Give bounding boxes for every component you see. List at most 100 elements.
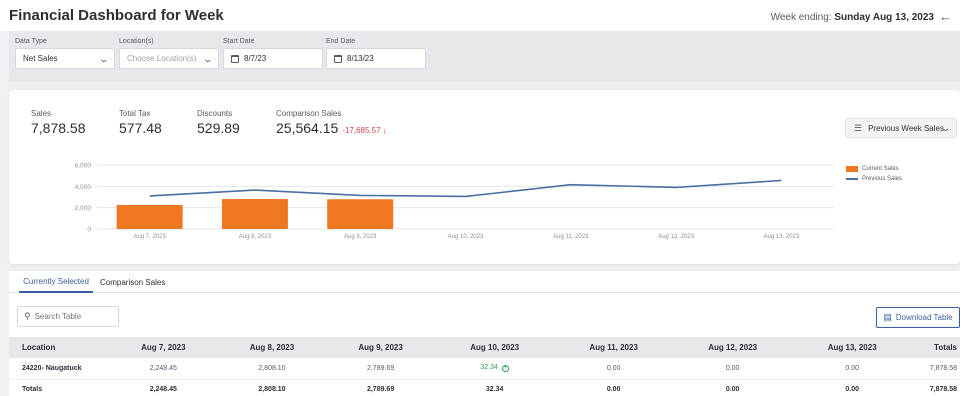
sliders-icon: ☰	[854, 122, 863, 133]
week-ending: Week ending: Sunday Aug 13, 2023	[771, 12, 934, 23]
sales-label: Sales	[31, 109, 52, 118]
column-header[interactable]: Aug 9, 2023	[326, 337, 435, 358]
y-tick-label: 6,000	[75, 163, 92, 170]
table-cell: 7,878.58	[912, 358, 960, 380]
data-type-filter: Data Type Net Sales ⌄	[15, 38, 115, 69]
end-date-value: 8/13/23	[347, 54, 374, 63]
compare-dropdown-label: Previous Week Sales	[868, 123, 944, 133]
table-header-row: Location Aug 7, 2023 Aug 8, 2023 Aug 9, …	[9, 337, 960, 358]
table-cell: 2,789.69	[326, 358, 435, 380]
bar-current-sales	[327, 199, 394, 229]
summary-card: Sales 7,878.58 Total Tax 577.48 Discount…	[9, 90, 960, 264]
x-tick-label: Aug 7, 2023	[133, 234, 166, 240]
table-cell-location: 24220- Naugatuck	[9, 358, 109, 380]
column-header[interactable]: Aug 11, 2023	[554, 337, 673, 358]
totals-cell: 32.34	[434, 379, 555, 396]
totals-cell: 2,808.10	[217, 379, 327, 396]
comparison-value: 25,564.15	[276, 120, 339, 136]
page-header: Financial Dashboard for Week Week ending…	[0, 0, 960, 31]
column-header[interactable]: Aug 7, 2023	[109, 337, 218, 358]
comparison-value-row: 25,564.15 -17,685.57 ↓	[276, 120, 387, 136]
legend-previous: Previous Sales	[846, 174, 902, 184]
column-header[interactable]: Totals	[912, 337, 960, 358]
location-label: Location(s)	[119, 38, 154, 45]
x-tick-label: Aug 13, 2023	[764, 234, 800, 240]
search-icon: ⚲	[24, 311, 31, 321]
sales-chart: 6,000 4,000 2,000 0 Aug 7, 2023 Aug 8, 2023 Au…	[75, 163, 834, 240]
x-tick-label: Aug 8, 2023	[239, 234, 272, 240]
table-area: ⚲ ▤ Download Table Location Aug 7, 2023 …	[9, 293, 960, 396]
chart-legend: Current Sales Previous Sales	[846, 164, 902, 184]
end-date-field[interactable]: 8/13/23	[326, 48, 426, 69]
legend-current-label: Current Sales	[862, 166, 899, 172]
discounts-metric: Discounts 529.89	[197, 109, 240, 136]
search-input[interactable]	[34, 312, 110, 321]
legend-previous-label: Previous Sales	[862, 176, 903, 182]
totals-cell: 2,248.45	[109, 379, 218, 396]
x-tick-label: Aug 12, 2023	[658, 234, 694, 240]
start-date-field[interactable]: 8/7/23	[223, 48, 323, 69]
download-label: Download Table	[895, 313, 953, 322]
start-date-label: Start Date	[223, 38, 255, 45]
bar-current-sales	[221, 199, 288, 229]
sales-metric: Sales 7,878.58	[31, 109, 86, 136]
calendar-icon	[231, 54, 239, 63]
column-header[interactable]: Aug 8, 2023	[217, 337, 327, 358]
week-ending-value: Sunday Aug 13, 2023	[834, 12, 934, 23]
location-filter: Location(s) Choose Location(s) ⌄	[119, 38, 219, 69]
data-type-value: Net Sales	[23, 54, 58, 63]
end-date-filter: End Date 8/13/23	[326, 38, 426, 69]
data-type-select[interactable]: Net Sales ⌄	[15, 48, 115, 69]
table-cell: 2,808.10	[217, 358, 327, 380]
totals-cell: 0.00	[554, 379, 673, 396]
tab-comparison-sales[interactable]: Comparison Sales	[100, 271, 165, 293]
x-tick-label: Aug 11, 2023	[553, 234, 589, 240]
bar-current-sales	[116, 205, 183, 229]
comparison-metric: Comparison Sales 25,564.15 -17,685.57 ↓	[276, 109, 387, 136]
filter-bar: Data Type Net Sales ⌄ Location(s) Choose…	[9, 31, 960, 82]
column-header[interactable]: Location	[9, 337, 109, 358]
plus-circle-icon[interactable]: +	[501, 365, 509, 373]
table-cell: 0.00	[792, 358, 912, 380]
x-tick-label: Aug 10, 2023	[448, 234, 484, 240]
back-arrow-icon[interactable]: ←	[939, 9, 952, 24]
start-date-value: 8/7/23	[244, 54, 267, 63]
compare-dropdown[interactable]: ☰ Previous Week Sales ⌄	[845, 118, 957, 138]
table-cell-value: 32.34	[480, 364, 498, 372]
total-tax-value: 577.48	[119, 120, 162, 136]
line-previous-sales	[149, 179, 782, 198]
chevron-down-icon: ⌄	[98, 54, 110, 64]
discounts-value: 529.89	[197, 120, 240, 136]
download-table-button[interactable]: ▤ Download Table	[876, 307, 960, 328]
legend-line-swatch	[846, 178, 858, 180]
y-tick-label: 2,000	[75, 205, 92, 212]
table-cell: 2,248.45	[109, 358, 218, 380]
totals-row: Totals 2,248.45 2,808.10 2,789.69 32.34 …	[9, 379, 960, 396]
end-date-label: End Date	[326, 38, 356, 45]
y-tick-label: 0	[87, 227, 91, 234]
start-date-filter: Start Date 8/7/23	[223, 38, 323, 69]
chevron-down-icon: ⌄	[940, 123, 952, 133]
legend-bar-swatch	[846, 166, 858, 172]
table-row: 24220- Naugatuck 2,248.45 2,808.10 2,789…	[9, 358, 960, 380]
tab-currently-selected[interactable]: Currently Selected	[19, 271, 93, 293]
total-tax-label: Total Tax	[119, 109, 151, 118]
column-header[interactable]: Aug 12, 2023	[672, 337, 793, 358]
chevron-down-icon: ⌄	[202, 54, 214, 64]
sales-value: 7,878.58	[31, 120, 86, 136]
legend-current: Current Sales	[846, 164, 902, 174]
location-select[interactable]: Choose Location(s) ⌄	[119, 48, 219, 69]
table-cell-with-action: 32.34 +	[434, 358, 555, 380]
page-title: Financial Dashboard for Week	[9, 7, 224, 24]
table-cell: 0.00	[672, 358, 793, 380]
column-header[interactable]: Aug 10, 2023	[434, 337, 555, 358]
total-tax-metric: Total Tax 577.48	[119, 109, 162, 136]
column-header[interactable]: Aug 13, 2023	[792, 337, 912, 358]
arrow-down-icon: ↓	[382, 126, 387, 135]
search-box[interactable]: ⚲	[17, 306, 119, 327]
location-placeholder: Choose Location(s)	[127, 54, 197, 63]
totals-cell: 0.00	[792, 379, 912, 396]
totals-cell: 2,789.69	[326, 379, 435, 396]
totals-cell: 0.00	[672, 379, 793, 396]
data-type-label: Data Type	[15, 38, 47, 45]
